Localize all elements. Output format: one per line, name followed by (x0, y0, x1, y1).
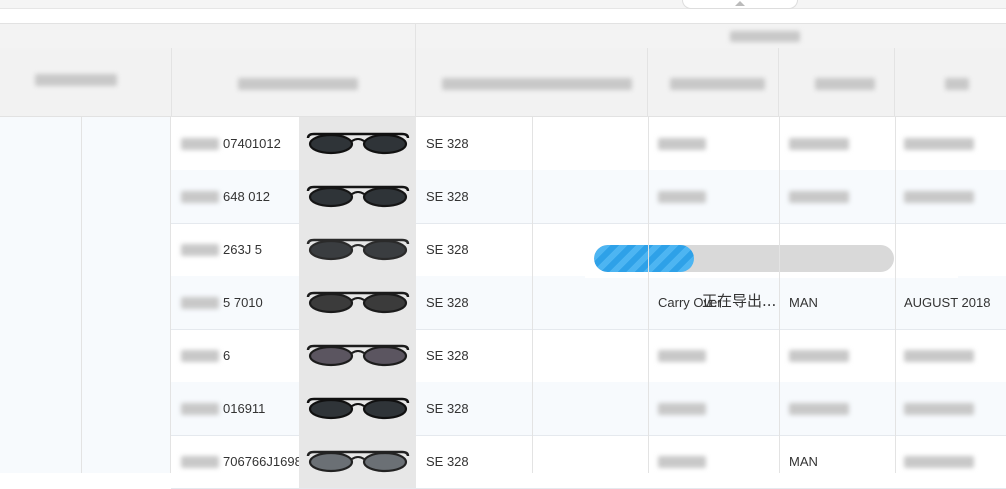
divider (415, 23, 416, 48)
product-image (299, 276, 416, 329)
export-progress-bar (594, 245, 894, 272)
gender-cell (789, 170, 849, 223)
left-frozen-column (0, 117, 171, 473)
status-cell (658, 170, 706, 223)
table-row[interactable]: 07401012 SE 328 (171, 117, 1006, 171)
gender-cell (789, 117, 849, 170)
table-row[interactable]: 016911 SE 328 (171, 382, 1006, 436)
sunglasses-icon (306, 291, 409, 313)
group-header-label (730, 31, 800, 42)
product-image (299, 223, 416, 276)
gender-cell: MAN (789, 295, 818, 310)
row-id: 648 012 (223, 189, 270, 204)
column-header[interactable] (238, 78, 358, 90)
column-header[interactable] (670, 78, 765, 90)
divider (647, 48, 648, 117)
status-cell (658, 329, 706, 382)
sunglasses-icon (306, 397, 409, 419)
sunglasses-icon (306, 132, 409, 154)
row-id: 5 7010 (223, 295, 263, 310)
table-group-header (0, 23, 1006, 49)
row-id: 016911 (223, 401, 266, 416)
gender-cell (789, 329, 849, 382)
table-row[interactable]: 5 7010 SE 328 Carry Over MAN AUGUST 2018 (171, 276, 1006, 330)
sunglasses-icon (306, 344, 409, 366)
sunglasses-icon (306, 238, 409, 260)
product-image (299, 117, 416, 170)
gender-cell (789, 382, 849, 435)
column-header[interactable] (442, 78, 632, 90)
collapse-handle[interactable] (682, 0, 798, 9)
divider (895, 117, 896, 473)
export-status-text: 正在导出... (702, 292, 777, 310)
season-cell (904, 329, 974, 382)
column-header[interactable] (815, 78, 875, 90)
status-cell (658, 382, 706, 435)
table-column-header (0, 48, 1006, 117)
sku-cell: SE 328 (426, 454, 469, 469)
divider (778, 48, 779, 117)
table-row[interactable]: 648 012 SE 328 (171, 170, 1006, 224)
product-image (299, 170, 416, 223)
row-id: 07401012 (223, 136, 281, 151)
table-row[interactable]: 706766J16981081 SE 328 MAN (171, 435, 1006, 489)
season-cell (904, 382, 974, 435)
column-header[interactable] (35, 74, 117, 86)
export-progress-fill (594, 245, 694, 272)
season-cell (904, 117, 974, 170)
product-image (299, 435, 416, 488)
divider (532, 117, 533, 473)
divider (648, 117, 649, 473)
divider (415, 48, 416, 117)
sku-cell: SE 328 (426, 295, 469, 310)
row-id: 263J 5 (223, 242, 263, 257)
season-cell: AUGUST 2018 (904, 295, 991, 310)
divider (779, 117, 780, 473)
sunglasses-icon (306, 450, 409, 472)
sku-cell: SE 328 (426, 189, 469, 204)
season-cell (904, 170, 974, 223)
sunglasses-icon (306, 185, 409, 207)
season-cell (904, 435, 974, 488)
sku-cell: SE 328 (426, 401, 469, 416)
divider (894, 48, 895, 117)
product-image (299, 382, 416, 435)
sku-cell: SE 328 (426, 242, 469, 257)
gender-cell: MAN (789, 454, 818, 469)
top-toolbar (0, 0, 1006, 9)
sku-cell: SE 328 (426, 136, 469, 151)
status-cell (658, 117, 706, 170)
sku-cell: SE 328 (426, 348, 469, 363)
column-header[interactable] (945, 78, 969, 90)
product-image (299, 329, 416, 382)
divider (171, 48, 172, 117)
status-cell (658, 435, 706, 488)
row-id: 6 (223, 348, 231, 363)
table-row[interactable]: 6 SE 328 (171, 329, 1006, 383)
